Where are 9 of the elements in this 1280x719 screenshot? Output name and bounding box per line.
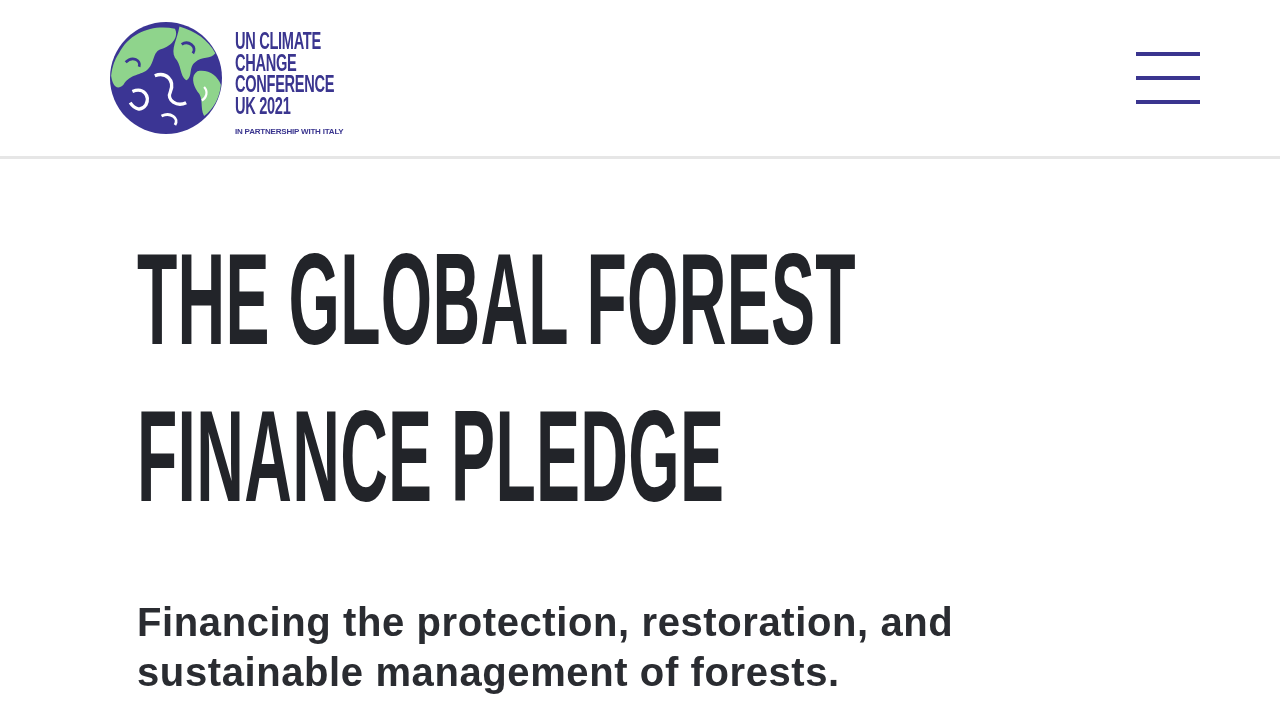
logo-text: UK 2021 [235,95,291,118]
menu-icon [1136,52,1200,104]
page-subtitle: Financing the protection, restoration, and sustainable management of forests. [137,599,955,696]
menu-button[interactable] [1136,52,1200,104]
logo-text: UN CLIMATE [235,30,321,53]
page-title: THE GLOBAL FOREST FINANCE PLEDGE [137,225,857,531]
logo-text: CHANGE [235,52,297,74]
logo-text: CONFERENCE [235,74,335,96]
logo-tagline: IN PARTNERSHIP WITH ITALY [235,126,344,137]
